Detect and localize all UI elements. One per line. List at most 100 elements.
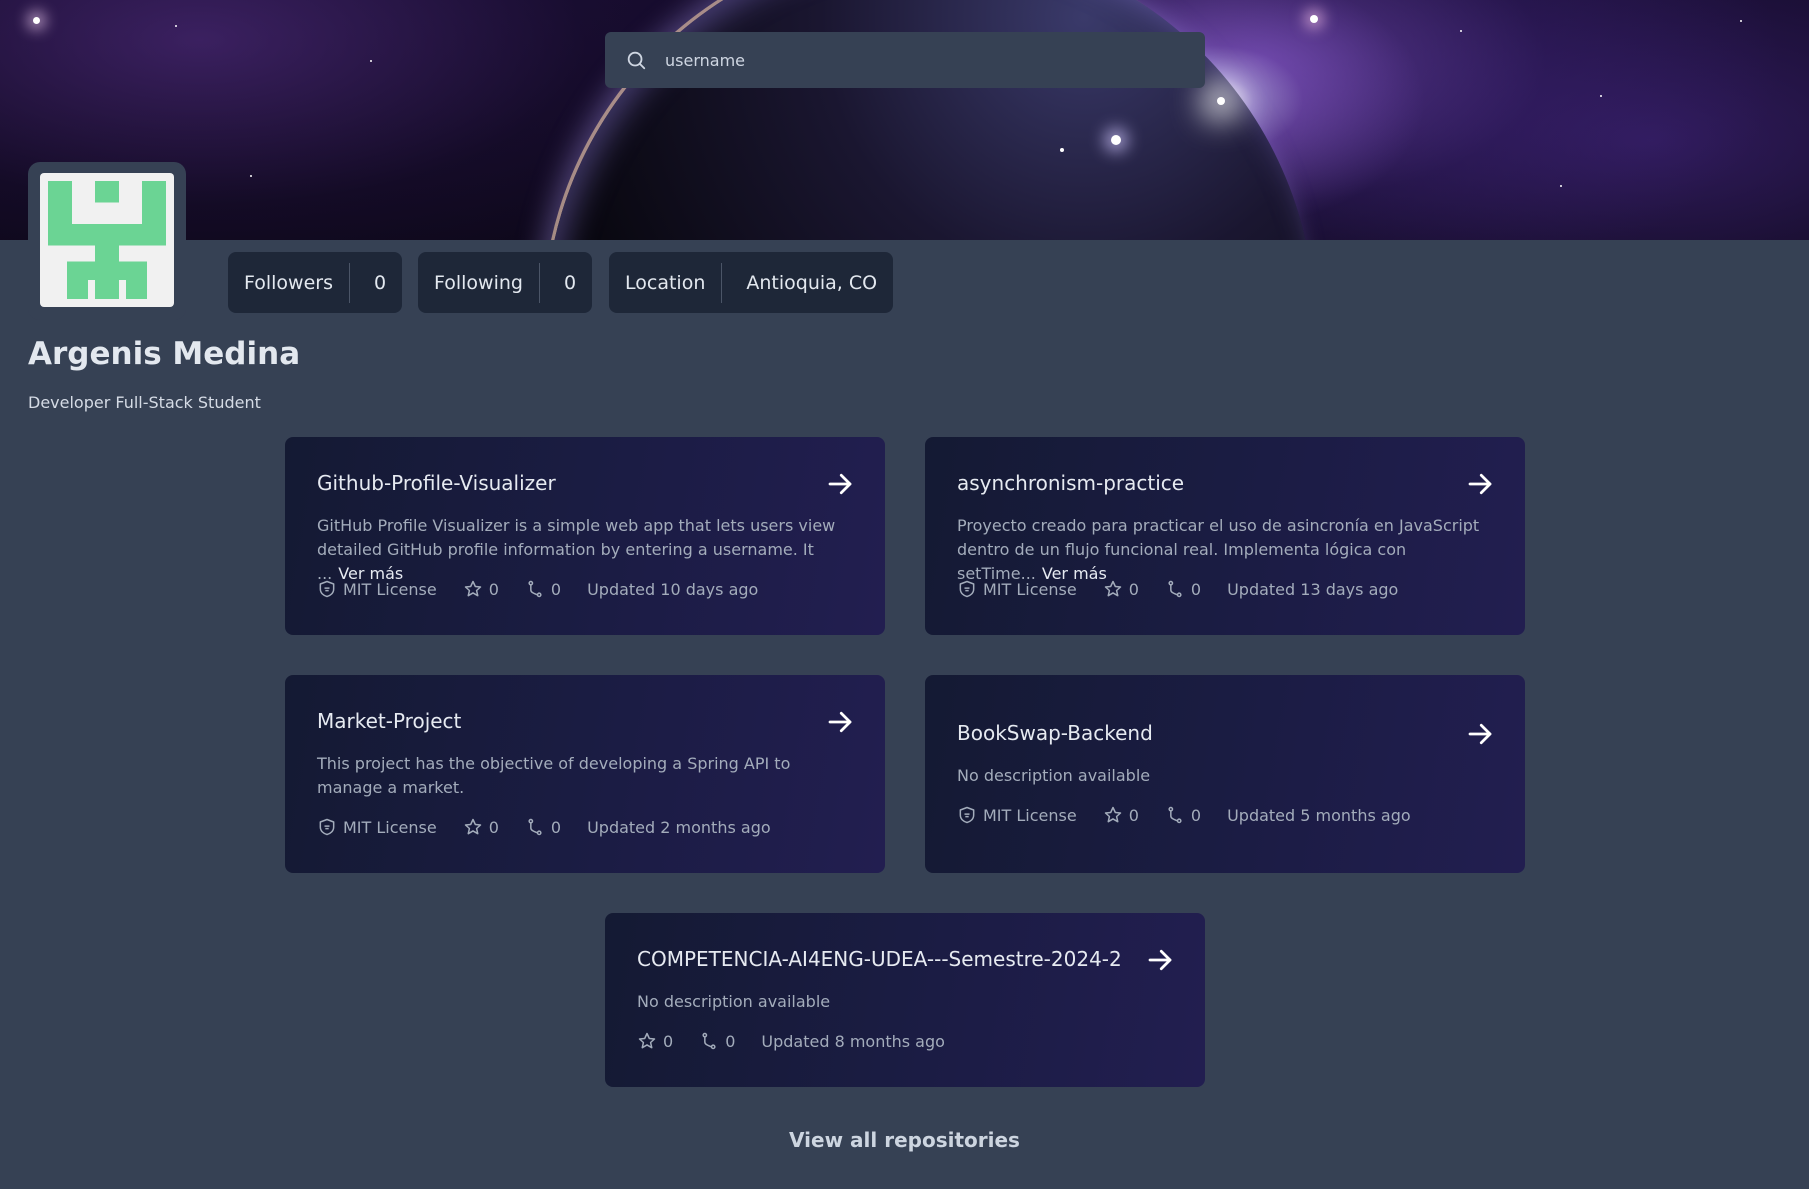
fork-count: 0	[1190, 579, 1202, 599]
location-stat: Location Antioquia, CO	[609, 252, 894, 313]
star	[175, 25, 177, 27]
repo-description: This project has the objective of develo…	[317, 754, 791, 797]
repo-card[interactable]: asynchronism-practice Proyecto creado pa…	[925, 437, 1525, 635]
license-label: MIT License	[343, 579, 437, 599]
star	[1060, 148, 1064, 152]
fork-count: 0	[550, 579, 562, 599]
repo-forks: 0	[525, 579, 561, 599]
arrow-right-icon[interactable]	[825, 469, 855, 499]
repo-card[interactable]: BookSwap-Backend No description availabl…	[925, 675, 1525, 873]
repo-updated: Updated 8 months ago	[761, 1031, 945, 1051]
star-count: 0	[488, 579, 499, 599]
repo-name: BookSwap-Backend	[957, 721, 1153, 745]
fork-count: 0	[550, 817, 562, 837]
star-icon	[638, 1032, 656, 1049]
repo-updated: Updated 2 months ago	[587, 817, 771, 837]
star-icon	[1104, 580, 1121, 597]
following-stat: Following 0	[418, 252, 593, 313]
license-label: MIT License	[983, 579, 1077, 599]
star-count: 0	[488, 817, 499, 837]
repo-card[interactable]: COMPETENCIA-AI4ENG-UDEA---Semestre-2024-…	[605, 913, 1205, 1087]
search-bar[interactable]	[605, 32, 1205, 88]
repo-meta: MIT License 0 0 Updated 2 months ago	[317, 817, 797, 837]
repo-name: Market-Project	[317, 709, 462, 733]
search-icon	[627, 51, 646, 70]
repo-stars: 0	[637, 1031, 673, 1051]
repo-name: asynchronism-practice	[957, 471, 1185, 495]
star	[1600, 95, 1602, 97]
repo-card[interactable]: Market-Project This project has the obje…	[285, 675, 885, 873]
repo-forks: 0	[1165, 805, 1201, 825]
profile-name: Argenis Medina	[28, 336, 301, 372]
star-count: 0	[1128, 579, 1139, 599]
repo-license: MIT License	[957, 805, 1077, 825]
repo-meta: MIT License 0 0 Updated 5 months ago	[957, 805, 1437, 825]
star	[1460, 30, 1462, 32]
identicon-image	[48, 181, 166, 299]
repo-updated: Updated 13 days ago	[1227, 579, 1399, 599]
arrow-right-icon[interactable]	[825, 707, 855, 737]
repo-card[interactable]: Github-Profile-Visualizer GitHub Profile…	[285, 437, 885, 635]
license-shield-icon	[319, 818, 335, 836]
fork-icon	[528, 580, 542, 598]
arrow-right-icon[interactable]	[1145, 945, 1175, 975]
repo-updated: Updated 10 days ago	[587, 579, 759, 599]
star	[370, 60, 372, 62]
license-label: MIT License	[983, 805, 1077, 825]
stat-label: Location	[625, 271, 706, 294]
repo-license: MIT License	[317, 579, 437, 599]
repo-forks: 0	[525, 817, 561, 837]
star	[1217, 97, 1225, 105]
stat-label: Following	[434, 271, 523, 294]
license-label: MIT License	[343, 817, 437, 837]
followers-stat: Followers 0	[228, 252, 403, 313]
avatar-frame	[28, 162, 186, 320]
star	[33, 17, 40, 24]
view-all-repositories-link[interactable]: View all repositories	[0, 1128, 1809, 1152]
repo-description: No description available	[637, 992, 831, 1011]
repo-description: No description available	[957, 766, 1151, 785]
fork-count: 0	[1190, 805, 1202, 825]
arrow-right-icon[interactable]	[1465, 719, 1495, 749]
repo-forks: 0	[699, 1031, 735, 1051]
stat-value: 0	[563, 271, 577, 294]
repo-stars: 0	[463, 817, 499, 837]
license-shield-icon	[959, 806, 975, 824]
fork-icon	[1168, 806, 1182, 824]
star	[1560, 185, 1562, 187]
star-icon	[464, 580, 481, 597]
repo-updated: Updated 5 months ago	[1227, 805, 1411, 825]
license-shield-icon	[959, 580, 975, 598]
arrow-right-icon[interactable]	[1465, 469, 1495, 499]
star-icon	[464, 818, 481, 835]
fork-icon	[702, 1032, 716, 1050]
fork-icon	[528, 818, 542, 836]
avatar	[40, 173, 174, 307]
repo-license: MIT License	[957, 579, 1077, 599]
stat-value: 0	[374, 271, 387, 294]
repo-stars: 0	[463, 579, 499, 599]
repo-description-text: Proyecto creado para practicar el uso de…	[957, 516, 1480, 583]
repo-description: GitHub Profile Visualizer is a simple we…	[317, 514, 857, 586]
repo-name: COMPETENCIA-AI4ENG-UDEA---Semestre-2024-…	[637, 947, 1122, 971]
repo-stars: 0	[1103, 579, 1139, 599]
repo-name: Github-Profile-Visualizer	[317, 471, 556, 495]
fork-count: 0	[725, 1031, 736, 1051]
profile-bio: Developer Full-Stack Student	[28, 393, 261, 412]
repo-meta: MIT License 0 0 Updated 10 days ago	[317, 579, 784, 599]
star	[1111, 135, 1121, 145]
star	[250, 175, 252, 177]
star-count: 0	[1128, 805, 1139, 825]
repo-forks: 0	[1165, 579, 1201, 599]
search-input[interactable]	[663, 49, 1187, 71]
fork-icon	[1168, 580, 1182, 598]
stat-value: Antioquia, CO	[746, 271, 878, 294]
repo-description: Proyecto creado para practicar el uso de…	[957, 514, 1497, 586]
stat-label: Followers	[244, 271, 333, 294]
repo-meta: 0 0 Updated 8 months ago	[637, 1031, 971, 1051]
star	[1740, 20, 1742, 22]
license-shield-icon	[319, 580, 335, 598]
star	[1310, 15, 1318, 23]
repo-stars: 0	[1103, 805, 1139, 825]
star-icon	[1104, 806, 1121, 823]
